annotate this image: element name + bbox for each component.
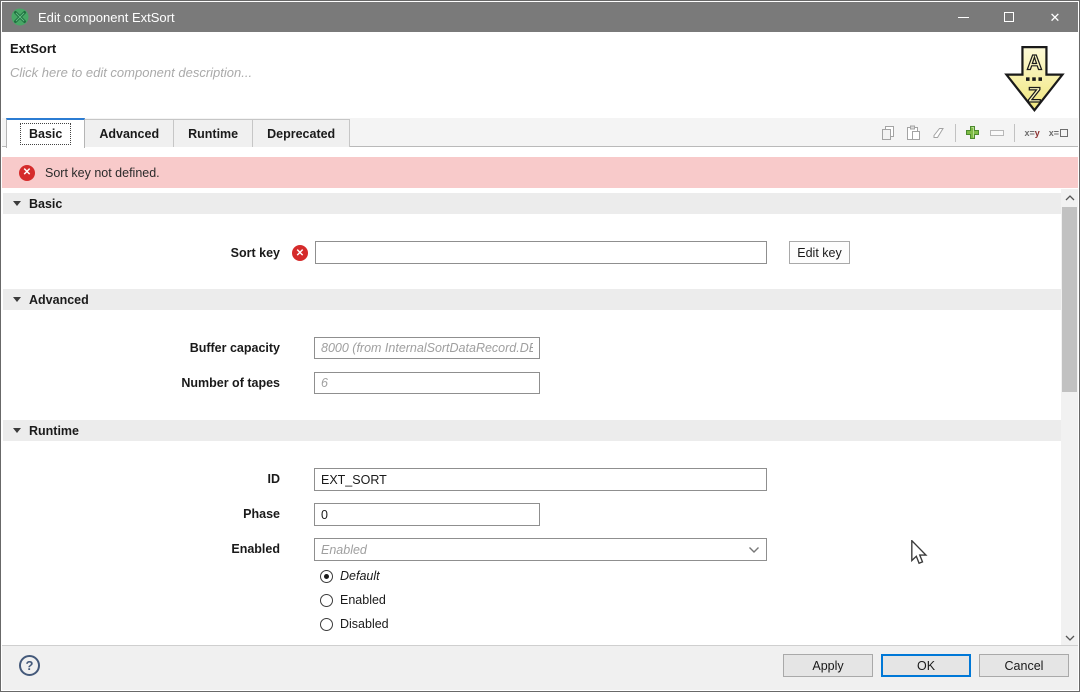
close-icon: ✕ [1050,11,1061,24]
number-of-tapes-label: Number of tapes [2,376,280,390]
minimize-button[interactable] [940,2,986,32]
property-toolbar: x=y x= [880,118,1068,147]
radio-icon [320,618,333,631]
cloverdx-logo-icon [11,8,29,26]
edit-key-button[interactable]: Edit key [789,241,850,264]
title-bar[interactable]: Edit component ExtSort ✕ [2,2,1078,32]
error-message: Sort key not defined. [45,166,160,180]
extsort-component-icon: A Z [1002,44,1066,119]
component-name: ExtSort [10,41,56,56]
window-title: Edit component ExtSort [38,10,175,25]
mouse-cursor [910,540,928,569]
phase-label: Phase [2,507,280,521]
tab-basic[interactable]: Basic [6,118,85,148]
paste-icon[interactable] [905,125,921,141]
vertical-scrollbar[interactable] [1061,189,1078,646]
property-form: Basic Sort key ✕ Edit key Advanced Buffe… [2,188,1078,645]
radio-selected-icon [320,570,333,583]
add-icon[interactable] [965,125,980,140]
minimize-icon [958,17,969,18]
scrollbar-thumb[interactable] [1062,207,1077,392]
toolbar-separator [1014,124,1015,142]
collapse-arrow-icon [13,428,21,433]
enabled-option-enabled[interactable]: Enabled [320,592,386,608]
enabled-combobox[interactable]: Enabled [314,538,767,561]
remove-icon[interactable] [989,128,1005,138]
buffer-capacity-label: Buffer capacity [2,341,280,355]
collapse-arrow-icon [13,201,21,206]
maximize-button[interactable] [986,2,1032,32]
copy-icon[interactable] [880,125,896,141]
tab-runtime[interactable]: Runtime [174,119,253,147]
id-input[interactable] [314,468,767,491]
enabled-option-default[interactable]: Default [320,568,380,584]
tab-bar: Basic Advanced Runtime Deprecated x=y [2,118,1078,147]
error-icon: ✕ [19,165,35,181]
tab-deprecated[interactable]: Deprecated [253,119,350,147]
radio-icon [320,594,333,607]
validation-error-banner: ✕ Sort key not defined. [2,157,1078,188]
enabled-option-disabled[interactable]: Disabled [320,616,389,632]
maximize-icon [1004,12,1014,22]
apply-button[interactable]: Apply [783,654,873,677]
svg-text:A: A [1027,50,1042,74]
cancel-button[interactable]: Cancel [979,654,1069,677]
enabled-combo-value: Enabled [321,543,367,557]
scroll-up-icon[interactable] [1061,189,1078,206]
section-header-basic[interactable]: Basic [3,193,1061,214]
help-icon[interactable]: ? [19,655,40,676]
close-button[interactable]: ✕ [1032,2,1078,32]
collapse-arrow-icon [13,297,21,302]
toolbar-separator [955,124,956,142]
sort-key-error-icon: ✕ [292,245,308,261]
component-description-placeholder[interactable]: Click here to edit component description… [10,65,252,80]
eraser-icon[interactable] [930,125,946,141]
phase-input[interactable] [314,503,540,526]
svg-text:Z: Z [1028,83,1041,107]
section-header-runtime[interactable]: Runtime [3,420,1061,441]
buffer-capacity-input[interactable] [314,337,540,359]
dialog-footer: ? Apply OK Cancel [2,645,1078,690]
sort-key-label: Sort key [2,246,280,260]
scroll-down-icon[interactable] [1061,629,1078,646]
sort-key-input[interactable] [315,241,767,264]
enabled-label: Enabled [2,542,280,556]
tab-advanced[interactable]: Advanced [85,119,174,147]
section-header-advanced[interactable]: Advanced [3,289,1061,310]
ok-button[interactable]: OK [881,654,971,677]
simple-value-icon[interactable]: x=y [1024,128,1039,138]
chevron-down-icon [748,543,760,557]
edit-component-dialog: Edit component ExtSort ✕ ExtSort Click h… [0,0,1080,692]
id-label: ID [2,472,280,486]
advanced-value-icon[interactable]: x= [1049,128,1068,138]
number-of-tapes-input[interactable] [314,372,540,394]
dialog-header: ExtSort Click here to edit component des… [2,32,1078,118]
